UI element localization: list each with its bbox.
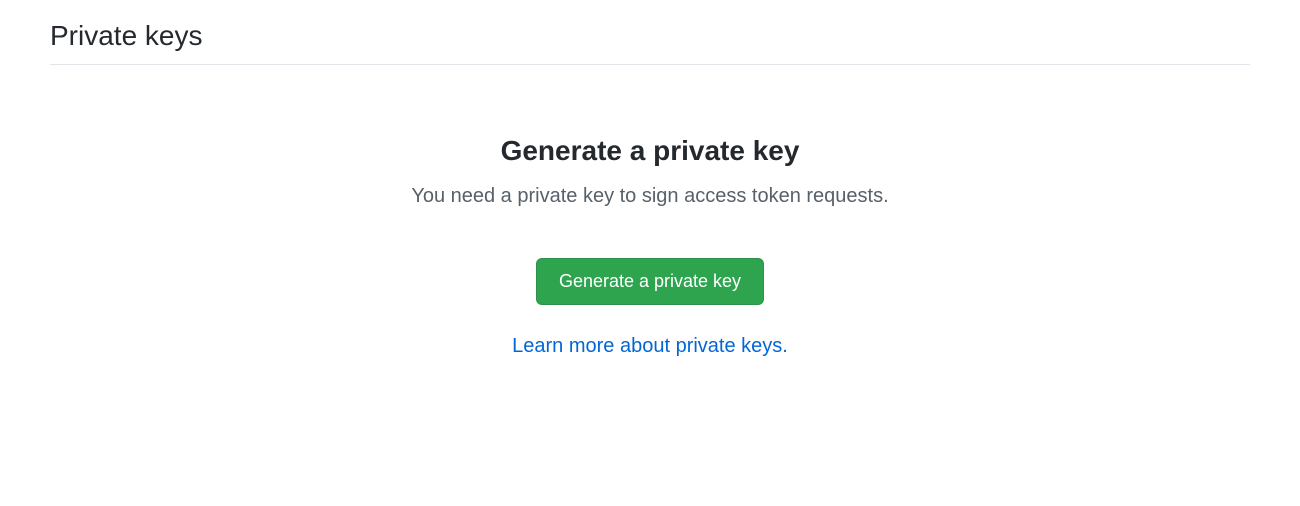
generate-private-key-button[interactable]: Generate a private key	[536, 258, 764, 305]
content-description: You need a private key to sign access to…	[200, 185, 1100, 208]
content-area: Generate a private key You need a privat…	[200, 135, 1100, 358]
learn-more-link[interactable]: Learn more about private keys	[512, 335, 782, 357]
link-suffix: .	[782, 335, 788, 357]
link-wrapper: Learn more about private keys.	[200, 335, 1100, 358]
content-heading: Generate a private key	[200, 135, 1100, 167]
section-title: Private keys	[50, 20, 1250, 65]
